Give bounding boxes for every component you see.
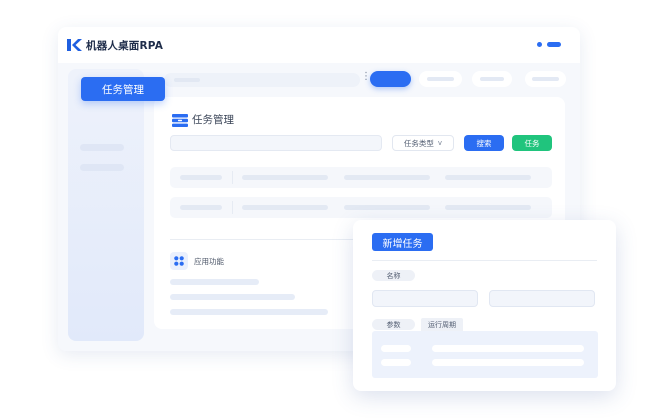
param-row-value[interactable] <box>432 345 584 352</box>
new-task-dialog: 新增任务 名称 参数 运行周期 <box>353 220 616 391</box>
sidebar-item-1[interactable] <box>80 144 124 151</box>
apps-section-label: 应用功能 <box>194 257 224 266</box>
toolbar-pill-3[interactable] <box>525 71 566 87</box>
task-type-select[interactable]: 任务类型 v <box>392 135 454 151</box>
apps-list-item[interactable] <box>170 294 295 300</box>
app-title: 机器人桌面RPA <box>86 39 164 52</box>
pill-line <box>532 77 559 81</box>
table-cell <box>445 175 531 180</box>
table-cell <box>180 205 222 210</box>
column-divider <box>232 201 233 214</box>
search-button[interactable]: 搜索 <box>464 135 504 151</box>
table-cell <box>344 175 430 180</box>
toolbar-pill-2[interactable] <box>472 71 512 87</box>
tab-run-cycle[interactable]: 运行周期 <box>421 318 463 331</box>
column-divider <box>232 171 233 184</box>
grid-apps-icon <box>170 252 188 270</box>
dialog-title: 新增任务 <box>372 233 433 251</box>
table-row[interactable] <box>170 167 552 188</box>
task-type-label: 任务类型 <box>403 138 434 148</box>
table-cell <box>242 175 328 180</box>
table-cell <box>344 205 430 210</box>
card-title: 任务管理 <box>192 114 234 126</box>
chevron-down-icon: v <box>437 139 443 147</box>
toolbar-pill-1[interactable] <box>419 71 462 87</box>
param-row-key <box>381 345 411 352</box>
sidebar <box>68 69 144 341</box>
dialog-divider <box>372 260 597 261</box>
params-panel <box>372 331 598 378</box>
secondary-input[interactable] <box>489 290 595 307</box>
param-row-key <box>381 359 411 366</box>
active-nav-task-management[interactable]: 任务管理 <box>81 77 165 101</box>
title-bar: 机器人桌面RPA <box>58 27 580 63</box>
folder-stack-icon <box>172 114 188 127</box>
table-cell <box>242 205 328 210</box>
name-field-label: 名称 <box>372 270 415 281</box>
pill-line <box>480 77 504 81</box>
logo-k-icon <box>67 39 82 51</box>
task-button[interactable]: 任务 <box>512 135 552 151</box>
table-cell <box>445 205 531 210</box>
apps-list-item[interactable] <box>170 279 259 285</box>
pill-line <box>427 77 454 81</box>
task-search-input[interactable] <box>170 135 382 151</box>
toolbar-primary-pill[interactable] <box>370 71 411 87</box>
param-row-value[interactable] <box>432 359 584 366</box>
window-menu-button[interactable] <box>547 42 561 47</box>
sidebar-item-2[interactable] <box>80 164 124 171</box>
table-row[interactable] <box>170 197 552 218</box>
window-status-dot[interactable] <box>537 42 542 47</box>
toolbar-placeholder-line <box>174 78 200 82</box>
section-divider <box>170 239 360 240</box>
toolbar-search-strip[interactable] <box>164 73 360 87</box>
name-input[interactable] <box>372 290 478 307</box>
apps-list-item[interactable] <box>170 309 328 315</box>
table-cell <box>180 175 222 180</box>
params-label: 参数 <box>372 319 415 330</box>
